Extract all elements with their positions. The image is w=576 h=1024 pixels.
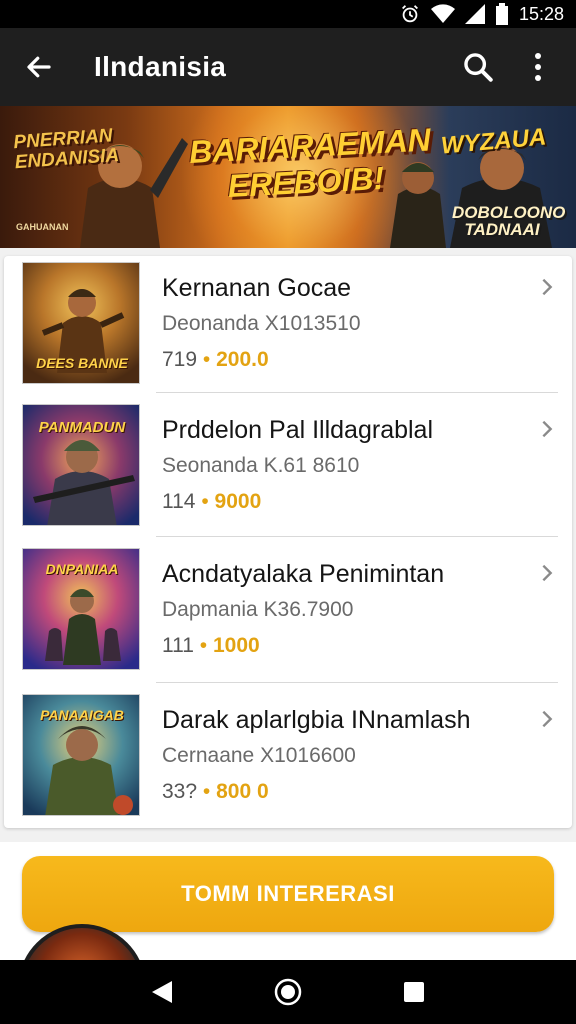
cta-button[interactable]: TOMM INTERERASI: [22, 856, 554, 932]
signal-icon: [464, 4, 485, 24]
item-price: 1000: [212, 634, 260, 657]
item-title: Darak aplarlgbia INnamlash: [162, 706, 471, 734]
banner-title: BARIARAEMAN EREBOIB!: [188, 121, 432, 205]
item-separator: •: [199, 634, 208, 657]
item-meta: 33? • 800 0: [162, 780, 269, 804]
item-meta: 111 • 1000: [162, 634, 260, 658]
search-button[interactable]: [448, 28, 508, 106]
item-price: 200.0: [216, 348, 269, 371]
banner-corner-tag: GAHUANAN: [16, 222, 69, 232]
item-subtitle: Cernaane X1016600: [162, 744, 356, 767]
item-thumbnail: DNPANIAA: [22, 548, 140, 670]
back-triangle-icon[interactable]: [150, 979, 174, 1005]
cta-section: TOMM INTERERASI: [0, 842, 576, 960]
thumbnail-label: PANMADUN: [38, 419, 126, 436]
item-meta: 719 • 200.0: [162, 348, 269, 372]
home-circle-icon[interactable]: [273, 977, 303, 1007]
system-nav-bar: [0, 960, 576, 1024]
item-price: 800 0: [216, 780, 269, 803]
status-bar: 15:28: [0, 0, 576, 28]
banner-subtitle: DOBOLOONO TADNAAI: [452, 203, 566, 239]
chevron-right-icon: [542, 564, 553, 582]
chevron-right-icon: [542, 710, 553, 728]
item-subtitle: Dapmania K36.7900: [162, 598, 354, 621]
list-item[interactable]: DNPANIAA Acndatyalaka Penimintan Dapmani…: [4, 542, 572, 686]
item-separator: •: [202, 348, 211, 371]
chevron-right-icon: [542, 278, 553, 296]
item-thumbnail: DEES BANNE: [22, 262, 140, 384]
page-title: Ilndanisia: [94, 51, 227, 82]
chevron-right-icon: [542, 420, 553, 438]
item-count: 33?: [162, 780, 198, 803]
divider: [156, 392, 558, 393]
app-bar: Ilndanisia: [0, 28, 576, 106]
back-arrow-icon: [27, 56, 51, 78]
item-thumbnail: PANAAIGAB: [22, 694, 140, 816]
back-button[interactable]: [0, 28, 78, 106]
item-title: Kernanan Gocae: [162, 274, 352, 302]
battery-icon: [495, 3, 508, 25]
thumbnail-label: DNPANIAA: [45, 561, 119, 577]
search-icon: [464, 53, 493, 82]
promo-banner[interactable]: PNERRIAN ENDANISIA BARIARAEMAN EREBOIB! …: [0, 106, 576, 248]
item-count: 114: [162, 490, 196, 513]
item-count: 111: [162, 634, 194, 657]
divider: [156, 536, 558, 537]
game-list: DEES BANNE Kernanan Gocae Deonanda X1013…: [4, 256, 572, 828]
thumbnail-label: DEES BANNE: [36, 355, 128, 371]
item-subtitle: Deonanda X1013510: [162, 312, 361, 335]
overflow-menu-button[interactable]: [508, 28, 568, 106]
item-count: 719: [162, 348, 198, 371]
list-item[interactable]: PANAAIGAB Darak aplarlgbia INnamlash Cer…: [4, 688, 572, 832]
thumbnail-label: PANAAIGAB: [40, 707, 124, 723]
alarm-icon: [401, 5, 418, 23]
item-title: Acndatyalaka Penimintan: [162, 560, 445, 588]
item-subtitle: Seonanda K.61 8610: [162, 454, 360, 477]
overflow-menu-icon: [535, 53, 541, 81]
divider: [156, 682, 558, 683]
item-separator: •: [202, 780, 211, 803]
wifi-icon: [430, 4, 455, 24]
status-time: 15:28: [518, 3, 564, 24]
list-item[interactable]: DEES BANNE Kernanan Gocae Deonanda X1013…: [4, 256, 572, 400]
list-item[interactable]: PANMADUN Prddelon Pal Illdagrablal Seona…: [4, 398, 572, 542]
item-price: 9000: [214, 490, 262, 513]
item-separator: •: [201, 490, 209, 513]
item-thumbnail: PANMADUN: [22, 404, 140, 526]
item-title: Prddelon Pal Illdagrablal: [162, 416, 434, 444]
recents-square-icon[interactable]: [402, 980, 426, 1004]
item-meta: 114 • 9000: [162, 490, 261, 514]
